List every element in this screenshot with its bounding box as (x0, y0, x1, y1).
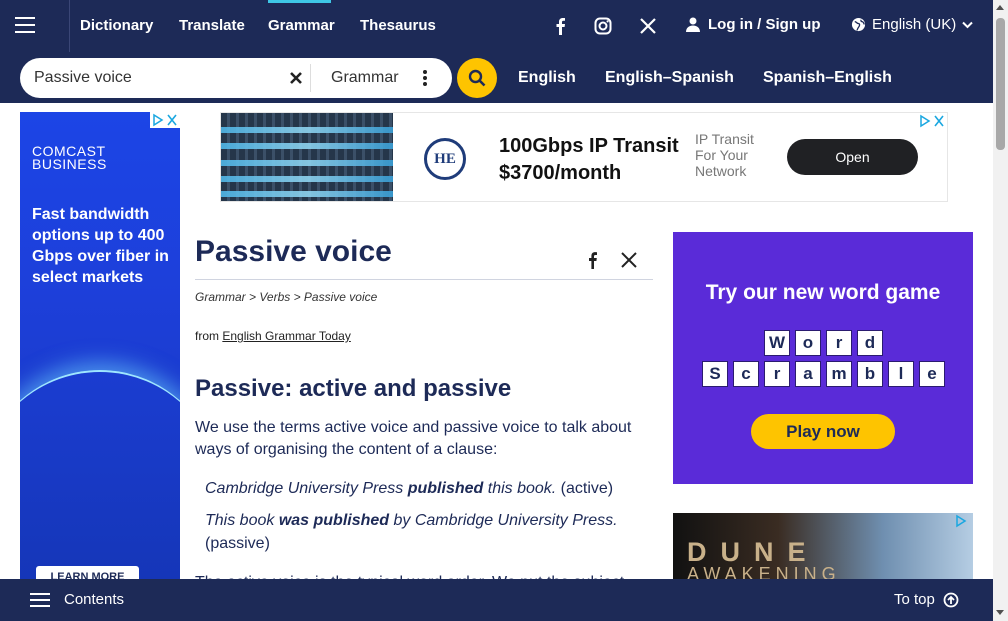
ad-logo: HE (424, 138, 466, 180)
letter-tile: l (888, 361, 914, 387)
letter-tile: b (857, 361, 883, 387)
letter-tile: c (733, 361, 759, 387)
ad-arc-graphic (20, 370, 180, 582)
dictionary-selector[interactable]: Grammar (331, 69, 399, 87)
letter-tile: e (919, 361, 945, 387)
search-bar: Grammar English English–Spanish Spanish–… (0, 52, 993, 103)
letter-tile: a (795, 361, 821, 387)
ad-image (221, 113, 393, 201)
title-divider (195, 279, 653, 280)
word-game-ad[interactable]: Try our new word game W o r d S c r a m … (673, 232, 973, 484)
page-title: Passive voice (195, 235, 392, 268)
login-label: Log in / Sign up (708, 16, 821, 33)
ad-copy: Fast bandwidth options up to 400 Gbps ov… (32, 206, 169, 286)
to-top-label: To top (894, 591, 935, 608)
search-icon (468, 69, 486, 87)
share-facebook-icon[interactable] (584, 250, 602, 270)
example-passive: This book was published by Cambridge Uni… (205, 512, 618, 552)
user-icon (686, 17, 700, 32)
menu-icon (30, 592, 50, 607)
search-button[interactable] (457, 58, 497, 98)
login-link[interactable]: Log in / Sign up (686, 16, 820, 33)
active-tab-indicator (268, 0, 331, 3)
letter-tile: S (702, 361, 728, 387)
scroll-down-arrow[interactable] (996, 610, 1004, 615)
letter-tile: r (826, 330, 852, 356)
chevron-down-icon (962, 21, 973, 28)
letter-tile: r (764, 361, 790, 387)
contents-label: Contents (64, 591, 125, 608)
contents-button[interactable]: Contents (30, 591, 124, 608)
ad-subtitle: IP Transit For Your Network (695, 131, 754, 179)
ip-transit-ad[interactable]: HE 100Gbps IP Transit $3700/month IP Tra… (220, 112, 948, 202)
scroll-up-arrow[interactable] (996, 5, 1004, 10)
breadcrumb[interactable]: Grammar > Verbs > Passive voice (195, 290, 377, 304)
letter-tile: d (857, 330, 883, 356)
bottom-bar: Contents To top (0, 579, 993, 621)
section-heading: Passive: active and passive (195, 375, 512, 402)
dict-link-english-spanish[interactable]: English–Spanish (605, 69, 734, 87)
facebook-icon[interactable] (551, 16, 571, 36)
ad-title: 100Gbps IP Transit $3700/month (499, 135, 679, 184)
letter-tile: m (826, 361, 852, 387)
adchoices-icon[interactable] (150, 112, 180, 128)
scroll-thumb[interactable] (996, 18, 1005, 150)
source-link[interactable]: English Grammar Today (222, 329, 351, 343)
search-input[interactable] (34, 64, 274, 92)
source-line: from English Grammar Today (195, 329, 351, 343)
search-divider (310, 64, 311, 92)
dict-link-english[interactable]: English (518, 69, 576, 87)
nav-translate[interactable]: Translate (179, 17, 245, 34)
scrollbar[interactable] (993, 0, 1008, 621)
share-x-icon[interactable] (620, 251, 638, 269)
nav-dictionary[interactable]: Dictionary (80, 17, 153, 34)
letter-tile: W (764, 330, 790, 356)
example-active: Cambridge University Press published thi… (205, 480, 614, 497)
letter-tile: o (795, 330, 821, 356)
instagram-icon[interactable] (593, 16, 613, 36)
comcast-ad[interactable]: COMCAST BUSINESS Fast bandwidth options … (20, 112, 180, 582)
adchoices-icon[interactable] (953, 513, 973, 529)
game-title: Try our new word game (705, 281, 941, 304)
globe-icon (851, 17, 866, 32)
arrow-up-icon (943, 592, 959, 607)
dict-link-spanish-english[interactable]: Spanish–English (763, 69, 892, 87)
x-icon[interactable] (638, 16, 658, 36)
dune-ad[interactable]: DUNE AWAKENING (673, 513, 973, 581)
language-label: English (UK) (872, 16, 957, 33)
dune-title: DUNE (687, 537, 820, 567)
intro-paragraph: We use the terms active voice and passiv… (195, 419, 632, 458)
search-box: Grammar (20, 58, 452, 98)
language-selector[interactable]: English (UK) (851, 16, 973, 33)
to-top-button[interactable]: To top (894, 591, 959, 608)
nav-grammar[interactable]: Grammar (268, 17, 335, 34)
clear-icon[interactable] (286, 68, 306, 88)
ad-brand: COMCAST BUSINESS (32, 143, 107, 172)
menu-icon[interactable] (0, 0, 70, 52)
nav-thesaurus[interactable]: Thesaurus (360, 17, 436, 34)
adchoices-icon[interactable] (917, 113, 947, 129)
top-navbar: Dictionary Translate Grammar Thesaurus L… (0, 0, 993, 52)
more-vertical-icon[interactable] (418, 68, 432, 88)
ad-open-button[interactable]: Open (787, 139, 918, 175)
play-now-button[interactable]: Play now (751, 414, 895, 449)
